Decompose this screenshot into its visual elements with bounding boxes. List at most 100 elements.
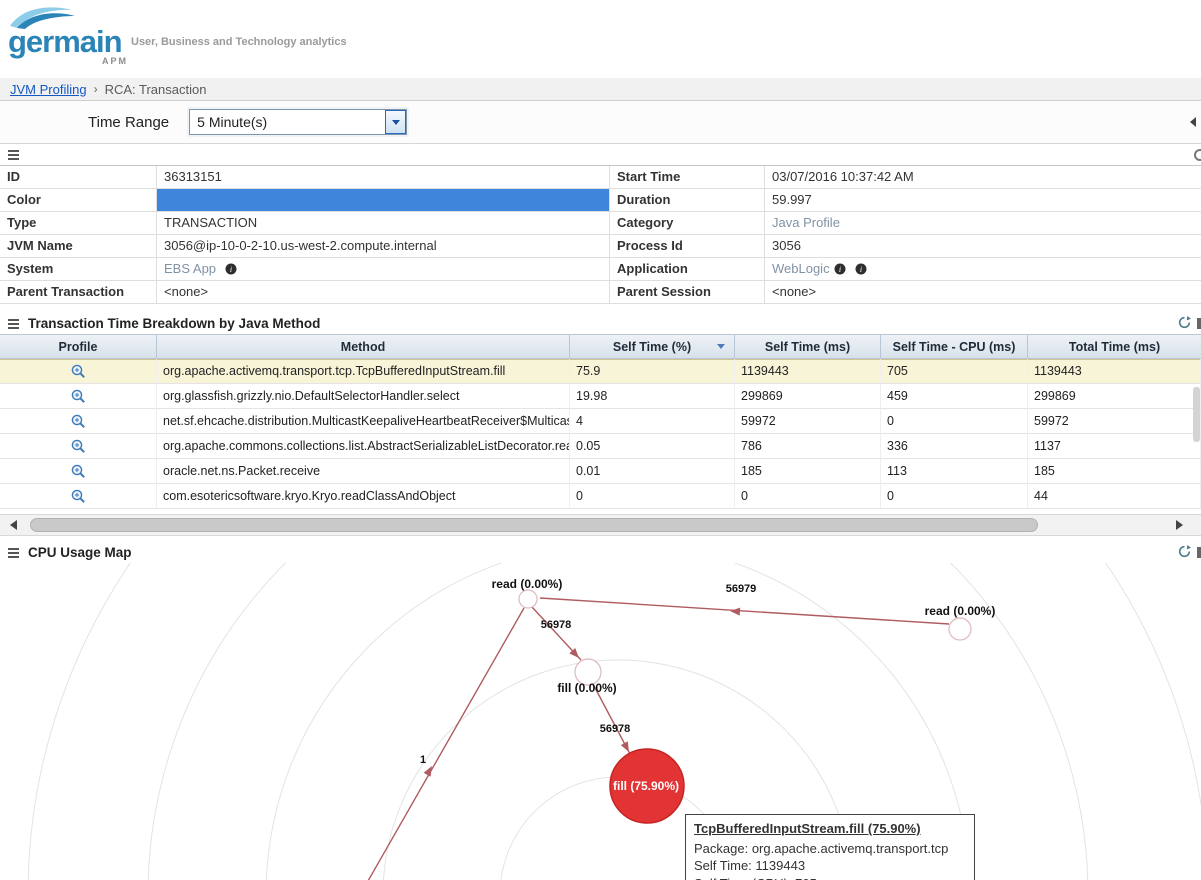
map-node-read-top[interactable]: [519, 590, 537, 608]
method-cell: org.apache.commons.collections.list.Abst…: [157, 434, 570, 459]
method-cell: com.esotericsoftware.kryo.Kryo.readClass…: [157, 484, 570, 509]
vertical-scrollbar-thumb[interactable]: [1193, 387, 1200, 442]
transaction-details-table: ID 36313151 Start Time 03/07/2016 10:37:…: [0, 165, 1201, 304]
detail-label: Parent Session: [610, 281, 765, 304]
column-header-self-time-pct[interactable]: Self Time (%): [570, 335, 735, 358]
self-cpu-cell: 0: [881, 409, 1028, 434]
detail-value-parent-session: <none>: [765, 281, 1201, 304]
export-icon[interactable]: [1197, 318, 1201, 329]
total-ms-cell: 299869: [1028, 384, 1201, 409]
scrollbar-thumb[interactable]: [30, 518, 1038, 532]
map-node-read-right[interactable]: [949, 618, 971, 640]
svg-text:i: i: [860, 265, 862, 274]
self-cpu-cell: 705: [881, 359, 1028, 384]
detail-value-start-time: 03/07/2016 10:37:42 AM: [765, 166, 1201, 189]
self-ms-cell: 299869: [735, 384, 881, 409]
chevron-down-icon[interactable]: [385, 110, 406, 134]
detail-value-id: 36313151: [157, 166, 610, 189]
breakdown-title: Transaction Time Breakdown by Java Metho…: [28, 316, 320, 331]
node-label: fill (0.00%): [557, 681, 616, 695]
self-ms-cell: 59972: [735, 409, 881, 434]
table-row[interactable]: net.sf.ehcache.distribution.MulticastKee…: [0, 409, 1201, 434]
magnifier-icon[interactable]: [71, 439, 86, 454]
method-cell: net.sf.ehcache.distribution.MulticastKee…: [157, 409, 570, 434]
self-ms-cell: 1139443: [735, 359, 881, 384]
time-range-select[interactable]: 5 Minute(s): [189, 109, 407, 135]
collapse-left-icon[interactable]: [1190, 117, 1196, 127]
export-icon[interactable]: [1197, 547, 1201, 558]
system-link[interactable]: EBS App: [164, 261, 216, 276]
menu-icon[interactable]: [8, 319, 19, 329]
column-header-self-time-ms[interactable]: Self Time (ms): [735, 335, 881, 358]
self-cpu-cell: 0: [881, 484, 1028, 509]
application-link[interactable]: WebLogic: [772, 261, 830, 276]
sort-desc-icon[interactable]: [717, 344, 725, 349]
table-row[interactable]: com.esotericsoftware.kryo.Kryo.readClass…: [0, 484, 1201, 509]
detail-value-duration: 59.997: [765, 189, 1201, 212]
magnifier-icon[interactable]: [71, 389, 86, 404]
info-icon[interactable]: i: [855, 260, 867, 281]
edge-weight-label: 1: [420, 754, 426, 766]
detail-value-parent-transaction: <none>: [157, 281, 610, 304]
method-cell: oracle.net.ns.Packet.receive: [157, 459, 570, 484]
tooltip-title: TcpBufferedInputStream.fill (75.90%): [694, 820, 966, 838]
tooltip-package: Package: org.apache.activemq.transport.t…: [694, 840, 966, 858]
app-header: germain APM User, Business and Technolog…: [0, 0, 1201, 78]
table-row[interactable]: org.apache.activemq.transport.tcp.TcpBuf…: [0, 359, 1201, 384]
refresh-icon[interactable]: [1178, 316, 1191, 329]
detail-value-application: WebLogic i i: [765, 258, 1201, 281]
svg-text:i: i: [230, 265, 232, 274]
column-header-self-time-cpu[interactable]: Self Time - CPU (ms): [881, 335, 1028, 358]
category-link[interactable]: Java Profile: [772, 215, 840, 230]
info-icon[interactable]: i: [834, 260, 846, 281]
detail-label: Category: [610, 212, 765, 235]
detail-value-color: [157, 189, 610, 212]
detail-label: Type: [0, 212, 157, 235]
detail-label: System: [0, 258, 157, 281]
horizontal-scrollbar[interactable]: [0, 514, 1201, 536]
detail-value-type: TRANSACTION: [157, 212, 610, 235]
info-icon[interactable]: i: [225, 260, 237, 281]
detail-value-process-id: 3056: [765, 235, 1201, 258]
total-ms-cell: 44: [1028, 484, 1201, 509]
table-row[interactable]: org.apache.commons.collections.list.Abst…: [0, 434, 1201, 459]
svg-text:i: i: [839, 265, 841, 274]
node-label: read (0.00%): [492, 577, 563, 591]
refresh-icon[interactable]: [1178, 545, 1191, 558]
cpu-map-section-header: CPU Usage Map: [0, 542, 1201, 563]
magnifier-icon[interactable]: [71, 414, 86, 429]
profile-cell: [0, 484, 157, 509]
time-range-value: 5 Minute(s): [197, 114, 267, 130]
scroll-left-icon[interactable]: [10, 520, 17, 530]
table-row[interactable]: org.glassfish.grizzly.nio.DefaultSelecto…: [0, 384, 1201, 409]
scroll-right-icon[interactable]: [1176, 520, 1183, 530]
node-label: fill (75.90%): [613, 779, 679, 793]
menu-icon[interactable]: [8, 548, 19, 558]
table-row[interactable]: oracle.net.ns.Packet.receive 0.01 185 11…: [0, 459, 1201, 484]
detail-label: ID: [0, 166, 157, 189]
detail-label: Start Time: [610, 166, 765, 189]
detail-value-system: EBS App i: [157, 258, 610, 281]
magnifier-icon[interactable]: [71, 364, 86, 379]
total-ms-cell: 1139443: [1028, 359, 1201, 384]
detail-label: Parent Transaction: [0, 281, 157, 304]
breakdown-section-header: Transaction Time Breakdown by Java Metho…: [0, 313, 1201, 334]
germain-logo: germain APM: [8, 4, 130, 68]
magnifier-icon[interactable]: [71, 464, 86, 479]
self-pct-cell: 19.98: [570, 384, 735, 409]
breadcrumb: JVM Profiling › RCA: Transaction: [0, 78, 1201, 101]
column-header-profile[interactable]: Profile: [0, 335, 157, 358]
tagline: User, Business and Technology analytics: [131, 36, 347, 48]
tooltip-self-cpu: Self Time (CPU): 705: [694, 875, 966, 880]
menu-icon[interactable]: [8, 150, 19, 160]
magnifier-icon[interactable]: [71, 489, 86, 504]
edge-weight-label: 56978: [600, 723, 631, 735]
column-header-total-time[interactable]: Total Time (ms): [1028, 335, 1201, 358]
breadcrumb-link-jvm-profiling[interactable]: JVM Profiling: [10, 82, 87, 97]
edge-weight-label: 56978: [541, 619, 572, 631]
breadcrumb-current: RCA: Transaction: [105, 82, 207, 97]
column-header-label: Self Time (%): [613, 340, 691, 354]
settings-icon[interactable]: [1194, 149, 1201, 161]
column-header-method[interactable]: Method: [157, 335, 570, 358]
cpu-map-title: CPU Usage Map: [28, 545, 132, 560]
